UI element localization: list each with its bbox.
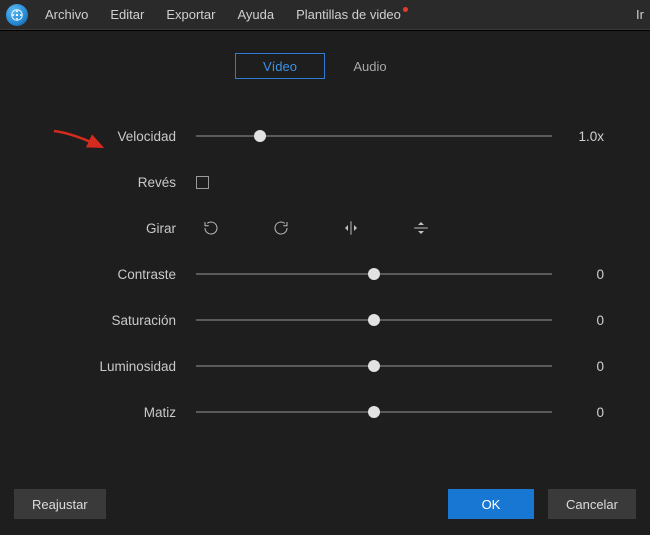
menu-right-cut: Ir: [627, 3, 644, 26]
row-brightness: Luminosidad 0: [46, 343, 604, 389]
app-logo-icon: [6, 4, 28, 26]
slider-saturation[interactable]: [196, 311, 552, 329]
row-rotate: Girar: [46, 205, 604, 251]
tab-audio[interactable]: Audio: [325, 53, 415, 79]
reset-button[interactable]: Reajustar: [14, 489, 106, 519]
row-speed: Velocidad 1.0x: [46, 113, 604, 159]
label-saturation: Saturación: [46, 313, 196, 328]
cancel-button[interactable]: Cancelar: [548, 489, 636, 519]
value-saturation: 0: [552, 313, 604, 328]
label-reverse: Revés: [46, 175, 196, 190]
slider-brightness-thumb[interactable]: [368, 360, 380, 372]
tabs: Vídeo Audio: [0, 53, 650, 79]
label-brightness: Luminosidad: [46, 359, 196, 374]
tab-video[interactable]: Vídeo: [235, 53, 325, 79]
menu-ayuda[interactable]: Ayuda: [228, 3, 283, 26]
menu-exportar[interactable]: Exportar: [157, 3, 224, 26]
row-hue: Matiz 0: [46, 389, 604, 435]
ok-button[interactable]: OK: [448, 489, 534, 519]
value-hue: 0: [552, 405, 604, 420]
rotate-ccw-icon[interactable]: [200, 217, 222, 239]
slider-contrast[interactable]: [196, 265, 552, 283]
slider-speed-thumb[interactable]: [254, 130, 266, 142]
dialog-footer: Reajustar OK Cancelar: [0, 483, 650, 525]
flip-horizontal-icon[interactable]: [340, 217, 362, 239]
slider-hue-thumb[interactable]: [368, 406, 380, 418]
label-speed: Velocidad: [46, 129, 196, 144]
label-hue: Matiz: [46, 405, 196, 420]
slider-saturation-thumb[interactable]: [368, 314, 380, 326]
label-rotate: Girar: [46, 221, 196, 236]
slider-contrast-thumb[interactable]: [368, 268, 380, 280]
value-speed: 1.0x: [552, 129, 604, 144]
checkbox-reverse[interactable]: [196, 176, 209, 189]
slider-brightness[interactable]: [196, 357, 552, 375]
settings-rows: Velocidad 1.0x Revés Girar: [0, 113, 650, 435]
rotate-cw-icon[interactable]: [270, 217, 292, 239]
menu-plantillas[interactable]: Plantillas de video: [287, 3, 410, 26]
video-settings-dialog: Vídeo Audio Velocidad: [0, 30, 650, 535]
row-contrast: Contraste 0: [46, 251, 604, 297]
slider-speed[interactable]: [196, 127, 552, 145]
menu-bar: Archivo Editar Exportar Ayuda Plantillas…: [0, 0, 650, 30]
menu-archivo[interactable]: Archivo: [36, 3, 97, 26]
flip-vertical-icon[interactable]: [410, 217, 432, 239]
value-contrast: 0: [552, 267, 604, 282]
menu-editar[interactable]: Editar: [101, 3, 153, 26]
value-brightness: 0: [552, 359, 604, 374]
slider-hue[interactable]: [196, 403, 552, 421]
label-contrast: Contraste: [46, 267, 196, 282]
row-saturation: Saturación 0: [46, 297, 604, 343]
row-reverse: Revés: [46, 159, 604, 205]
